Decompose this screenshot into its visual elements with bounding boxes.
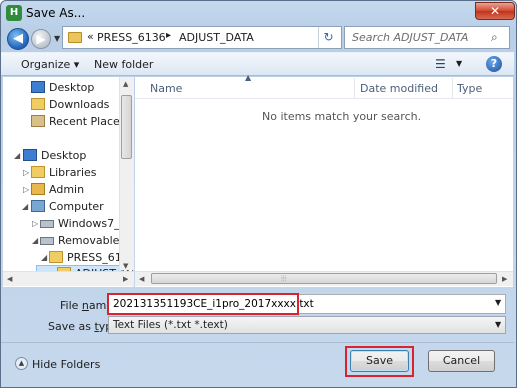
help-icon[interactable]: ?	[486, 56, 502, 72]
column-header-type[interactable]: Type	[457, 82, 482, 95]
folder-icon	[49, 251, 63, 263]
collapse-arrow-icon[interactable]: ◢	[41, 253, 47, 262]
removable-drive-icon	[40, 237, 54, 245]
nav-item-recent-places[interactable]: Recent Places	[31, 114, 126, 131]
scroll-left-arrow-icon[interactable]: ◀	[139, 275, 144, 283]
breadcrumb-press[interactable]: PRESS_6136	[97, 31, 166, 44]
folder-icon	[68, 32, 82, 43]
nav-item-libraries[interactable]: Libraries	[31, 165, 121, 182]
desktop-icon	[31, 81, 45, 93]
scroll-right-arrow-icon[interactable]: ▶	[123, 275, 128, 283]
search-placeholder: Search ADJUST_DATA	[352, 31, 469, 44]
nav-item-downloads[interactable]: Downloads	[31, 97, 121, 114]
save-as-type-dropdown-arrow[interactable]: ▼	[495, 320, 501, 329]
nav-item-label: Desktop	[49, 81, 95, 94]
libraries-icon	[31, 166, 45, 178]
nav-item-computer[interactable]: Computer	[31, 199, 121, 216]
nav-pane-scroll-thumb[interactable]	[121, 95, 132, 159]
organize-menu-button[interactable]: Organize ▾	[21, 58, 79, 71]
column-header-date-modified[interactable]: Date modified	[360, 82, 438, 95]
save-as-type-select[interactable]: Text Files (*.txt *.text)	[108, 316, 506, 334]
scroll-left-arrow-icon[interactable]: ◀	[7, 275, 12, 283]
title-bar: H Save As... ✕	[1, 1, 516, 25]
file-list-scroll-thumb[interactable]	[151, 273, 497, 284]
view-options-icon[interactable]: ☰	[435, 57, 446, 71]
breadcrumb-adjust-data[interactable]: ADJUST_DATA	[179, 31, 254, 44]
collapse-arrow-icon[interactable]: ◢	[22, 202, 28, 211]
drive-icon	[40, 220, 54, 228]
column-header-name[interactable]: Name	[150, 82, 182, 95]
nav-item-label: Desktop	[41, 149, 87, 162]
column-divider[interactable]	[452, 78, 453, 98]
scroll-right-arrow-icon[interactable]: ▶	[502, 275, 507, 283]
downloads-icon	[31, 98, 45, 110]
nav-item-admin[interactable]: Admin	[31, 182, 121, 199]
address-overflow-chevron[interactable]: «	[87, 30, 94, 43]
file-list-pane[interactable]	[135, 77, 513, 287]
file-name-highlight-box	[107, 293, 299, 315]
collapse-arrow-icon[interactable]: ◢	[14, 151, 20, 160]
recent-locations-dropdown[interactable]: ▼	[54, 34, 60, 43]
footer-divider	[1, 342, 514, 343]
close-button[interactable]: ✕	[475, 2, 515, 20]
refresh-icon[interactable]: ↻	[318, 27, 338, 48]
empty-folder-message: No items match your search.	[262, 110, 422, 123]
search-icon[interactable]: ⌕	[491, 30, 498, 45]
back-arrow-icon[interactable]: ◀	[7, 28, 29, 50]
user-folder-icon	[31, 183, 45, 195]
expand-arrow-icon[interactable]: ▷	[23, 185, 29, 194]
nav-pane-horizontal-scrollbar[interactable]	[3, 271, 134, 286]
scroll-down-arrow-icon[interactable]: ▼	[123, 262, 128, 270]
command-toolbar: Organize ▾ New folder ☰ ▼ ?	[1, 52, 514, 76]
file-name-dropdown-arrow[interactable]: ▼	[495, 298, 501, 307]
breadcrumb-separator[interactable]: ▸	[166, 30, 171, 41]
nav-item-removable-disk[interactable]: Removable Dis	[40, 233, 133, 250]
chevron-up-icon: ▲	[15, 357, 28, 370]
nav-item-label: Libraries	[49, 166, 97, 179]
nav-item-label: Downloads	[49, 98, 110, 111]
recent-places-icon	[31, 115, 45, 127]
nav-item-desktop-favorite[interactable]: Desktop	[31, 80, 121, 97]
view-options-dropdown[interactable]: ▼	[456, 59, 462, 68]
nav-item-windows7-os[interactable]: Windows7_OS	[40, 216, 133, 233]
scroll-up-arrow-icon[interactable]: ▲	[123, 80, 128, 88]
nav-item-desktop-root[interactable]: Desktop	[23, 148, 121, 165]
sort-caret-icon: ▲	[245, 73, 252, 82]
expand-arrow-icon[interactable]: ▷	[23, 168, 29, 177]
app-icon: H	[6, 5, 22, 21]
nav-item-label: Computer	[49, 200, 104, 213]
collapse-arrow-icon[interactable]: ◢	[32, 236, 38, 245]
nav-item-label: Recent Places	[49, 115, 126, 128]
cancel-button[interactable]: Cancel	[428, 350, 495, 372]
expand-arrow-icon[interactable]: ▷	[32, 219, 38, 228]
save-button-highlight-box	[345, 346, 414, 377]
column-divider[interactable]	[354, 78, 355, 98]
computer-icon	[31, 200, 45, 212]
search-input[interactable]: Search ADJUST_DATA ⌕	[344, 26, 510, 49]
hide-folders-label: Hide Folders	[32, 358, 101, 371]
new-folder-button[interactable]: New folder	[94, 58, 153, 71]
desktop-icon	[23, 149, 37, 161]
scroll-grip-icon: ⦙⦙⦙	[281, 274, 287, 283]
address-bar[interactable]: « PRESS_6136 ▸ ADJUST_DATA ▼	[62, 26, 375, 49]
nav-item-label: Admin	[49, 183, 85, 196]
forward-arrow-icon[interactable]: ▶	[31, 29, 51, 49]
window-title: Save As...	[26, 6, 86, 20]
navigation-pane: Desktop Downloads Recent Places ◢ Deskto…	[3, 77, 134, 287]
